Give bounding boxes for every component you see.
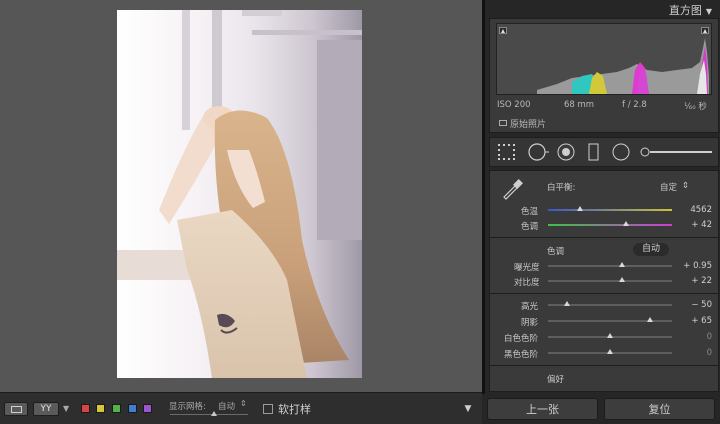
temp-slider[interactable] bbox=[548, 206, 672, 211]
before-after-button[interactable]: YY bbox=[33, 402, 59, 416]
divider bbox=[490, 365, 718, 366]
auto-tone-button[interactable]: 自动 bbox=[633, 243, 669, 256]
histogram-header[interactable]: 直方图 ▼ bbox=[669, 2, 712, 18]
color-label-green[interactable] bbox=[112, 404, 121, 413]
exposure-thumb[interactable] bbox=[619, 262, 626, 267]
develop-panel: 直方图 ▼ ISO 200 68 mm f / 2.8 ¹⁄₆₀ 秒 原始照片 bbox=[482, 0, 720, 424]
exposure-label: 曝光度 bbox=[514, 263, 540, 273]
temp-label: 色温 bbox=[521, 207, 539, 217]
previous-button[interactable]: 上一张 bbox=[487, 398, 598, 420]
shadows-value[interactable]: + 65 bbox=[691, 316, 712, 326]
color-label-purple[interactable] bbox=[143, 404, 152, 413]
updown-icon[interactable]: ⇕ bbox=[682, 181, 689, 191]
loupe-view-button[interactable] bbox=[4, 402, 28, 416]
collapse-icon[interactable]: ▼ bbox=[706, 7, 712, 16]
grid-overlay-select[interactable]: 自动 bbox=[218, 400, 235, 412]
exif-shutter: ¹⁄₆₀ 秒 bbox=[684, 102, 707, 112]
contrast-slider[interactable] bbox=[548, 277, 672, 282]
color-label-yellow[interactable] bbox=[96, 404, 105, 413]
adjustment-brush-icon[interactable] bbox=[640, 146, 715, 158]
grid-overlay-label: 显示网格: bbox=[169, 402, 206, 412]
original-photo-icon bbox=[499, 120, 507, 126]
shadows-label: 阴影 bbox=[521, 318, 539, 328]
bottom-toolbar: YY ▼ 显示网格: 自动 ⇕ 软打样 ▼ bbox=[0, 392, 482, 424]
eyedropper-icon[interactable] bbox=[500, 177, 524, 201]
red-eye-icon[interactable] bbox=[557, 143, 575, 161]
whites-label: 白色色阶 bbox=[504, 334, 539, 344]
photo-image bbox=[117, 10, 362, 378]
tint-thumb[interactable] bbox=[623, 221, 630, 226]
white-balance-label: 白平衡: bbox=[547, 183, 576, 193]
crop-overlay-icon[interactable] bbox=[498, 144, 516, 160]
tint-slider[interactable] bbox=[548, 221, 672, 226]
tool-strip bbox=[489, 137, 719, 167]
photo-preview[interactable] bbox=[117, 10, 362, 378]
softproof-label: 软打样 bbox=[278, 403, 311, 416]
highlights-slider[interactable] bbox=[548, 301, 672, 306]
exif-aperture: f / 2.8 bbox=[622, 100, 647, 110]
updown-icon[interactable]: ⇕ bbox=[240, 399, 247, 408]
highlights-thumb[interactable] bbox=[563, 301, 570, 306]
highlight-clipping-icon[interactable] bbox=[701, 27, 709, 34]
presence-label: 偏好 bbox=[547, 375, 565, 385]
toolbar-menu-button[interactable]: ▼ bbox=[459, 399, 477, 419]
blacks-slider[interactable] bbox=[548, 349, 672, 354]
whites-value[interactable]: 0 bbox=[707, 332, 712, 342]
tint-label: 色调 bbox=[521, 222, 539, 232]
color-label-red[interactable] bbox=[81, 404, 90, 413]
contrast-label: 对比度 bbox=[514, 278, 540, 288]
temp-value[interactable]: 4562 bbox=[690, 205, 712, 215]
exposure-value[interactable]: + 0.95 bbox=[683, 261, 712, 271]
temp-thumb[interactable] bbox=[577, 206, 584, 211]
highlights-label: 高光 bbox=[521, 302, 539, 312]
grid-size-slider[interactable] bbox=[170, 414, 248, 415]
graduated-filter-icon[interactable] bbox=[588, 143, 600, 161]
tone-label: 色调 bbox=[547, 247, 565, 257]
shadows-thumb[interactable] bbox=[646, 317, 653, 322]
basic-panel: 白平衡: 自定 ⇕ 色温 4562 色调 + 42 色调 自动 曝光度 + 0.… bbox=[489, 170, 719, 392]
blacks-thumb[interactable] bbox=[607, 349, 613, 354]
histogram bbox=[496, 23, 712, 95]
spot-removal-icon[interactable] bbox=[528, 143, 550, 161]
divider bbox=[490, 293, 718, 294]
exif-iso: ISO 200 bbox=[497, 100, 531, 110]
blacks-label: 黑色色阶 bbox=[504, 350, 539, 360]
radial-filter-icon[interactable] bbox=[612, 143, 630, 161]
white-balance-select[interactable]: 自定 bbox=[660, 181, 677, 193]
loupe-icon bbox=[11, 406, 22, 413]
tint-value[interactable]: + 42 bbox=[691, 220, 712, 230]
histogram-title: 直方图 bbox=[668, 4, 702, 17]
chevron-down-icon[interactable]: ▼ bbox=[63, 404, 69, 413]
histogram-graph bbox=[537, 38, 709, 94]
histogram-panel: ISO 200 68 mm f / 2.8 ¹⁄₆₀ 秒 原始照片 bbox=[489, 18, 719, 133]
grid-size-thumb[interactable] bbox=[211, 411, 217, 416]
softproof-checkbox[interactable] bbox=[263, 404, 273, 414]
divider bbox=[490, 237, 718, 238]
photo-canvas[interactable] bbox=[0, 0, 482, 392]
contrast-thumb[interactable] bbox=[619, 277, 626, 282]
shadow-clipping-icon[interactable] bbox=[499, 27, 507, 34]
panel-buttons: 上一张 复位 bbox=[482, 394, 720, 424]
shadows-slider[interactable] bbox=[548, 317, 672, 322]
whites-thumb[interactable] bbox=[607, 333, 613, 338]
original-photo-label: 原始照片 bbox=[510, 120, 547, 130]
contrast-value[interactable]: + 22 bbox=[691, 276, 712, 286]
highlights-value[interactable]: − 50 bbox=[691, 300, 712, 310]
whites-slider[interactable] bbox=[548, 333, 672, 338]
exposure-slider[interactable] bbox=[548, 262, 672, 267]
exif-focal-length: 68 mm bbox=[564, 100, 595, 110]
reset-button[interactable]: 复位 bbox=[604, 398, 715, 420]
blacks-value[interactable]: 0 bbox=[707, 348, 712, 358]
color-label-blue[interactable] bbox=[128, 404, 137, 413]
